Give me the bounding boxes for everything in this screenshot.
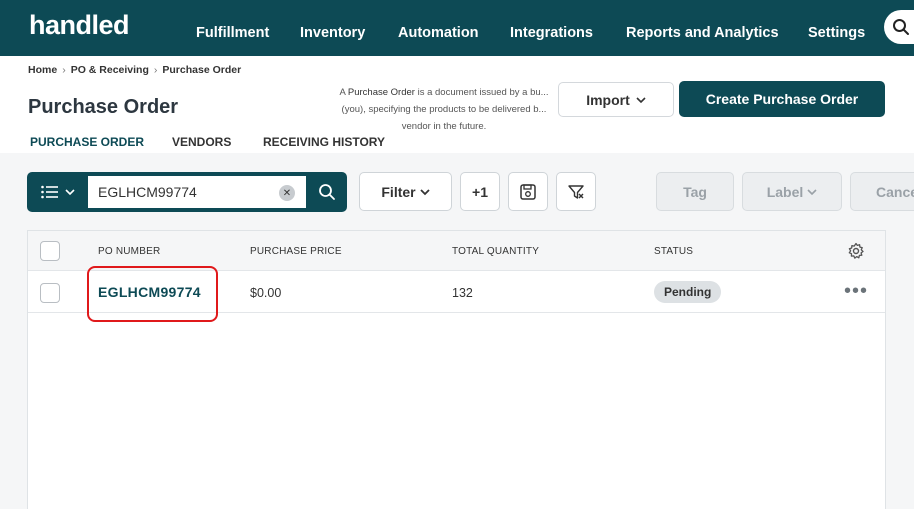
global-search-button[interactable] <box>884 10 914 44</box>
nav-automation[interactable]: Automation <box>398 25 479 41</box>
nav-reports-analytics[interactable]: Reports and Analytics <box>626 25 779 41</box>
breadcrumb-current: Purchase Order <box>162 64 242 76</box>
column-status[interactable]: STATUS <box>654 246 693 257</box>
clear-filter-icon <box>568 184 584 199</box>
filter-button[interactable]: Filter <box>359 172 452 211</box>
tab-bar: PURCHASE ORDER VENDORS RECEIVING HISTORY <box>0 128 914 155</box>
search-submit-button[interactable] <box>308 174 345 210</box>
nav-integrations[interactable]: Integrations <box>510 25 593 41</box>
breadcrumb: Home › PO & Receiving › Purchase Order <box>28 64 241 76</box>
chevron-down-icon <box>636 96 646 103</box>
column-purchase-price[interactable]: PURCHASE PRICE <box>250 246 342 257</box>
search-bar: ✕ <box>27 172 347 212</box>
page-title: Purchase Order <box>28 96 179 118</box>
row-checkbox[interactable] <box>40 283 60 303</box>
clear-filters-button[interactable] <box>556 172 596 211</box>
tag-button[interactable]: Tag <box>656 172 734 211</box>
nav-settings[interactable]: Settings <box>808 25 865 41</box>
breadcrumb-po-receiving[interactable]: PO & Receiving <box>71 64 149 76</box>
column-total-quantity[interactable]: TOTAL QUANTITY <box>452 246 539 257</box>
search-icon <box>318 184 335 200</box>
create-purchase-order-button[interactable]: Create Purchase Order <box>679 81 885 117</box>
table-header: PO NUMBER PURCHASE PRICE TOTAL QUANTITY … <box>28 231 885 271</box>
more-filters-button[interactable]: +1 <box>460 172 500 211</box>
top-nav: handled Fulfillment Inventory Automation… <box>0 0 914 56</box>
tab-vendors[interactable]: VENDORS <box>172 135 231 149</box>
column-po-number[interactable]: PO NUMBER <box>98 246 160 257</box>
total-quantity-cell: 132 <box>452 286 473 300</box>
search-field-selector[interactable] <box>29 174 87 210</box>
purchase-price-cell: $0.00 <box>250 286 282 300</box>
more-icon[interactable]: ••• <box>844 281 868 301</box>
nav-fulfillment[interactable]: Fulfillment <box>196 25 269 41</box>
clear-icon[interactable]: ✕ <box>279 185 295 201</box>
chevron-right-icon: › <box>153 64 158 76</box>
tab-purchase-order[interactable]: PURCHASE ORDER <box>30 135 145 155</box>
import-button[interactable]: Import <box>558 82 674 117</box>
annotation-highlight-box <box>87 266 218 322</box>
breadcrumb-home[interactable]: Home <box>28 64 57 76</box>
select-all-checkbox[interactable] <box>40 241 60 261</box>
status-badge: Pending <box>654 281 722 303</box>
chevron-down-icon <box>807 188 817 195</box>
logo[interactable]: handled <box>29 10 130 41</box>
gear-icon[interactable] <box>847 242 865 260</box>
save-view-icon <box>520 183 536 200</box>
save-view-button[interactable] <box>508 172 548 211</box>
purchase-order-table: PO NUMBER PURCHASE PRICE TOTAL QUANTITY … <box>27 230 886 509</box>
search-icon <box>893 19 909 35</box>
label-button[interactable]: Label <box>742 172 842 211</box>
list-icon <box>41 185 58 199</box>
chevron-right-icon: › <box>62 64 66 76</box>
search-input[interactable] <box>88 176 306 208</box>
chevron-down-icon <box>419 188 430 195</box>
chevron-down-icon <box>65 189 75 196</box>
nav-inventory[interactable]: Inventory <box>300 25 365 41</box>
tab-receiving-history[interactable]: RECEIVING HISTORY <box>263 135 385 149</box>
cancel-button[interactable]: Cance <box>850 172 914 211</box>
